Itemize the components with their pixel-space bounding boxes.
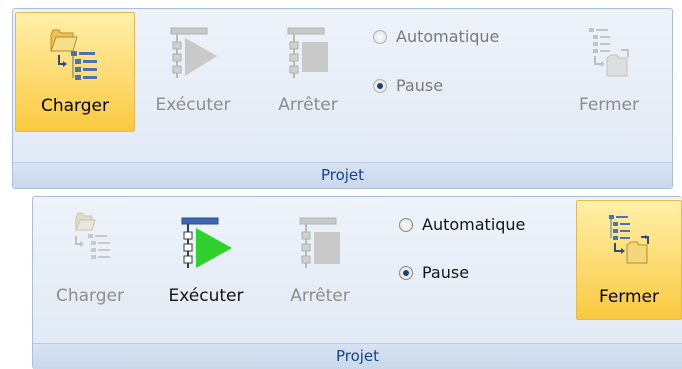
close-button-label: Fermer xyxy=(578,95,639,115)
close-button-label: Fermer xyxy=(598,287,659,307)
mode-radio-pause[interactable]: Pause xyxy=(373,76,443,95)
stop-button-label: Arrêter xyxy=(290,286,350,306)
stop-icon xyxy=(290,216,350,272)
load-icon xyxy=(47,21,103,81)
group-label: Projet xyxy=(13,162,672,188)
group-label: Projet xyxy=(33,343,682,369)
radio-button xyxy=(399,217,413,232)
load-button[interactable]: Charger xyxy=(35,200,145,320)
play-icon xyxy=(163,26,223,82)
radio-label: Automatique xyxy=(396,27,500,46)
stop-button[interactable]: Arrêter xyxy=(256,12,360,132)
close-button[interactable]: Fermer xyxy=(559,12,659,132)
close-button[interactable]: Fermer xyxy=(576,200,682,320)
close-icon xyxy=(581,24,637,84)
mode-radio-automatique[interactable]: Automatique xyxy=(399,215,525,234)
radio-label: Pause xyxy=(422,263,470,282)
ribbon-group-bottom: Charger Exécuter Arrêter Automatique Pau… xyxy=(32,196,682,369)
ribbon-group-top: Charger Exécuter Arrêter Automatique Pau… xyxy=(12,8,673,189)
load-icon xyxy=(62,206,118,266)
run-button[interactable]: Exécuter xyxy=(138,12,248,132)
play-icon xyxy=(174,216,238,272)
load-button-label: Charger xyxy=(56,286,124,306)
radio-button xyxy=(373,78,387,93)
stop-icon xyxy=(278,26,338,82)
mode-radio-pause[interactable]: Pause xyxy=(399,263,469,282)
radio-button xyxy=(399,265,413,280)
radio-label: Pause xyxy=(396,76,444,95)
run-button[interactable]: Exécuter xyxy=(151,200,261,320)
run-button-label: Exécuter xyxy=(168,286,244,306)
close-icon xyxy=(601,211,657,271)
load-button[interactable]: Charger xyxy=(15,12,135,132)
radio-label: Automatique xyxy=(422,215,526,234)
radio-button xyxy=(373,29,387,44)
run-button-label: Exécuter xyxy=(155,95,231,115)
mode-radio-automatique[interactable]: Automatique xyxy=(373,27,499,46)
stop-button-label: Arrêter xyxy=(278,95,338,115)
stop-button[interactable]: Arrêter xyxy=(265,200,375,320)
load-button-label: Charger xyxy=(41,96,109,116)
